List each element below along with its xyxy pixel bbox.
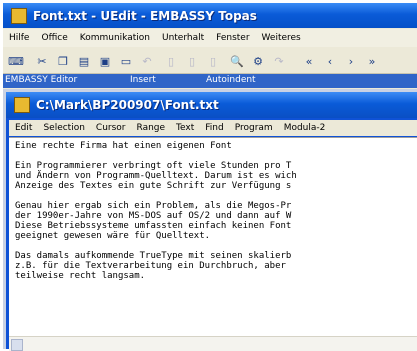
editor-line: Eine rechte Firma hat einen eigenen Font: [15, 141, 232, 151]
menu-cursor[interactable]: Cursor: [96, 123, 126, 133]
editor-line: Ein Programmierer verbringt oft viele St…: [15, 161, 292, 171]
editor-line: z.B. für die Textverarbeitung ein Durchb…: [15, 261, 286, 271]
menu-modula2[interactable]: Modula-2: [284, 123, 326, 133]
next-icon[interactable]: ›: [343, 53, 359, 69]
menu-selection[interactable]: Selection: [43, 123, 84, 133]
menu-fenster[interactable]: Fenster: [216, 33, 249, 43]
document-icon: [14, 97, 30, 113]
editor-label: EMBASSY Editor: [5, 75, 78, 85]
undo-icon[interactable]: ↶: [139, 53, 155, 69]
cut-icon[interactable]: ✂: [34, 53, 50, 69]
mode-insert: Insert: [130, 75, 156, 85]
find-icon[interactable]: 🔍: [229, 53, 245, 69]
app-icon: [11, 7, 27, 24]
editor-line: der 1990er-Jahre von MS-DOS auf OS/2 und…: [15, 211, 292, 221]
menu-weiteres[interactable]: Weiteres: [262, 33, 301, 43]
menu-kommunikation[interactable]: Kommunikation: [80, 33, 150, 43]
menu-edit[interactable]: Edit: [15, 123, 32, 133]
mode-autoindent: Autoindent: [206, 75, 256, 85]
replace-icon[interactable]: ⚙: [250, 53, 266, 69]
menu-text[interactable]: Text: [176, 123, 194, 133]
last-icon[interactable]: »: [364, 53, 380, 69]
menu-range[interactable]: Range: [137, 123, 166, 133]
inner-title-bar[interactable]: C:\Mark\BP200907\Font.txt: [6, 92, 417, 118]
text-editor[interactable]: Eine rechte Firma hat einen eigenen Font…: [9, 137, 417, 351]
menu-unterhalt[interactable]: Unterhalt: [162, 33, 204, 43]
editor-line: Das damals aufkommende TrueType mit sein…: [15, 251, 292, 261]
menu-program[interactable]: Program: [235, 123, 273, 133]
pane3-icon[interactable]: ▯: [205, 53, 221, 69]
status-band: EMBASSY Editor Insert Autoindent: [3, 74, 417, 88]
editor-line: Anzeige des Textes ein gute Schrift zur …: [15, 181, 292, 191]
outer-window-title: Font.txt - UEdit - EMBASSY Topas: [33, 8, 257, 23]
print-icon[interactable]: ▣: [97, 53, 113, 69]
scroll-left-button[interactable]: [11, 339, 23, 351]
pane-icon[interactable]: ▯: [163, 53, 179, 69]
paste-icon[interactable]: ▤: [76, 53, 92, 69]
menu-hilfe[interactable]: Hilfe: [9, 33, 29, 43]
redo-icon[interactable]: ↷: [271, 53, 287, 69]
keyboard-icon[interactable]: ⌨: [8, 53, 24, 69]
editor-line: teilweise recht langsam.: [15, 271, 146, 281]
toolbar: ⌨ ✂ ❐ ▤ ▣ ▭ ↶ ▯ ▯ ▯ 🔍 ⚙ ↷ « ‹ › »: [3, 49, 417, 74]
outer-menu-bar: Hilfe Office Kommunikation Unterhalt Fen…: [3, 29, 417, 47]
editor-line: Diese Betriebssysteme umfassten einfach …: [15, 221, 292, 231]
menu-office[interactable]: Office: [41, 33, 67, 43]
editor-line: Genau hier ergab sich ein Problem, als d…: [15, 201, 292, 211]
copy-icon[interactable]: ❐: [55, 53, 71, 69]
menu-find[interactable]: Find: [205, 123, 223, 133]
editor-line: geeignet gewesen wäre für Quelltext.: [15, 231, 211, 241]
inner-menu-bar: Edit Selection Cursor Range Text Find Pr…: [9, 120, 417, 136]
pane2-icon[interactable]: ▯: [184, 53, 200, 69]
editor-line: und Ändern von Programm-Quelltext. Darum…: [15, 171, 297, 181]
prev-icon[interactable]: ‹: [322, 53, 338, 69]
window-icon[interactable]: ▭: [118, 53, 134, 69]
first-icon[interactable]: «: [301, 53, 317, 69]
inner-window: C:\Mark\BP200907\Font.txt Edit Selection…: [6, 92, 417, 351]
inner-window-title: C:\Mark\BP200907\Font.txt: [36, 98, 219, 112]
outer-title-bar[interactable]: Font.txt - UEdit - EMBASSY Topas: [3, 3, 417, 28]
